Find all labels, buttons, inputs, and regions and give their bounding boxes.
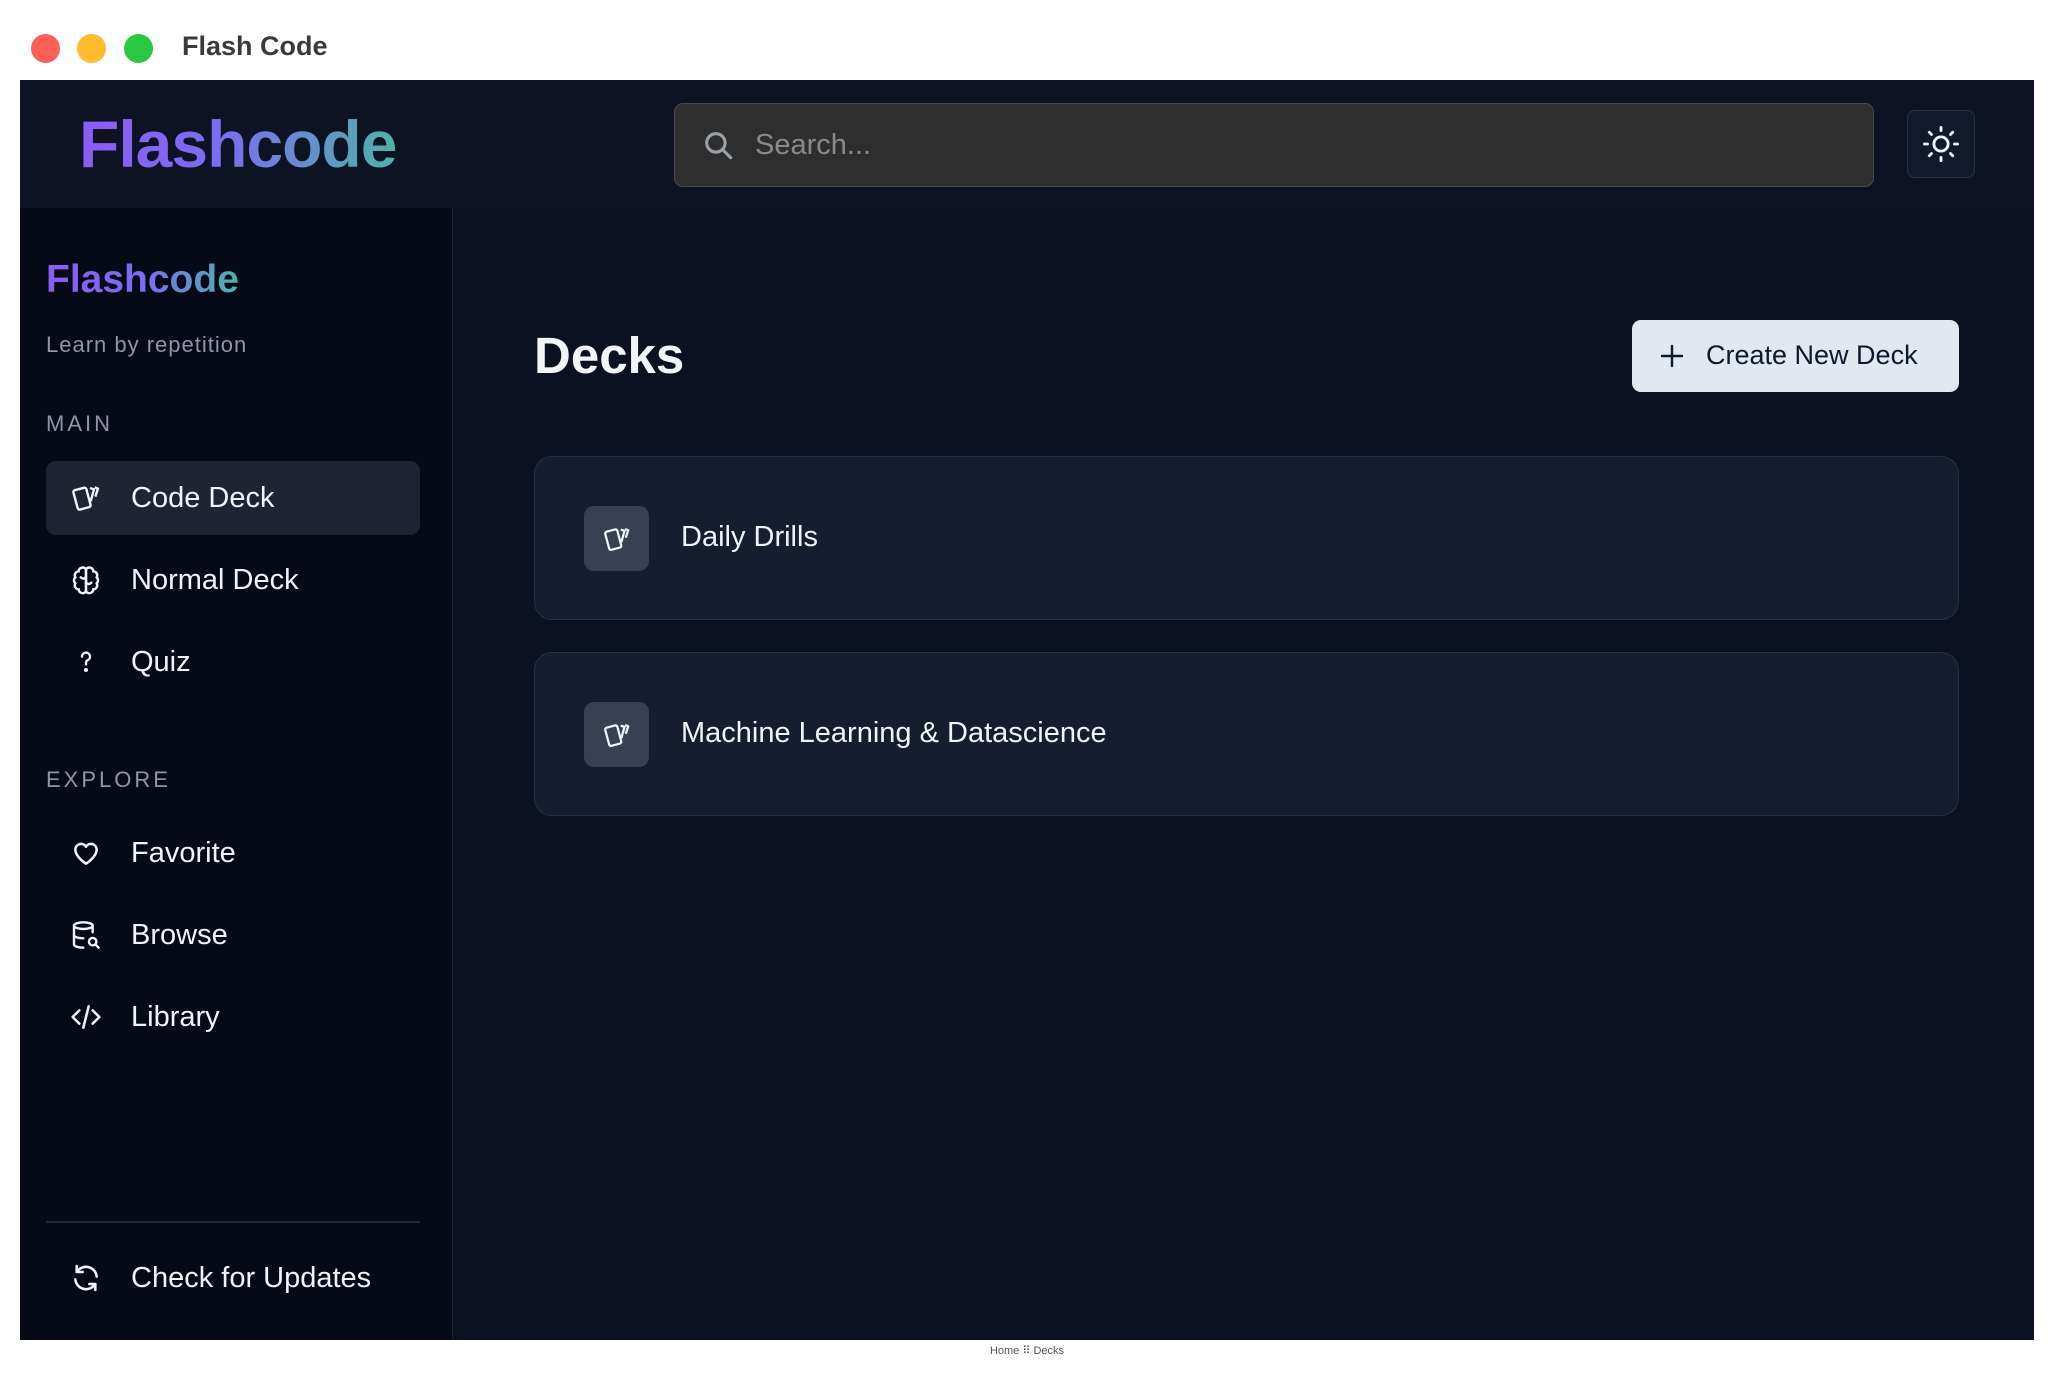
deck-name: Daily Drills [681, 521, 818, 553]
plus-icon [1660, 344, 1684, 368]
sidebar-item-label: Code Deck [131, 481, 275, 514]
theme-toggle-button[interactable] [1907, 110, 1975, 178]
sidebar: Flashcode Learn by repetition MAIN Code … [20, 208, 453, 1340]
sun-icon [1922, 125, 1960, 163]
deck-card[interactable]: Machine Learning & Datascience [534, 652, 1959, 816]
cards-icon [584, 702, 649, 767]
section-title-explore: EXPLORE [46, 767, 171, 792]
sidebar-item-label: Normal Deck [131, 563, 299, 596]
deck-name: Machine Learning & Datascience [681, 717, 1107, 749]
sidebar-item-label: Quiz [131, 645, 191, 678]
section-title-main: MAIN [46, 411, 113, 436]
sidebar-item-normal-deck[interactable]: Normal Deck [46, 543, 420, 617]
page-title: Decks [534, 327, 685, 384]
close-window-button[interactable] [31, 34, 60, 63]
create-new-deck-label: Create New Deck [1706, 340, 1918, 370]
sidebar-item-favorite[interactable]: Favorite [46, 816, 420, 890]
search-icon [701, 128, 735, 162]
sidebar-brand: Flashcode [46, 258, 239, 301]
create-new-deck-button[interactable]: Create New Deck [1632, 320, 1959, 392]
refresh-icon [70, 1262, 102, 1294]
check-updates-label: Check for Updates [131, 1261, 372, 1294]
cards-icon [70, 482, 102, 514]
breadcrumb: Home ⠿ Decks [989, 1345, 1065, 1357]
deck-card[interactable]: Daily Drills [534, 456, 1959, 620]
app-logo[interactable]: Flashcode [79, 106, 397, 182]
sidebar-item-library[interactable]: Library [46, 980, 420, 1054]
search-box[interactable] [674, 103, 1874, 187]
sidebar-item-browse[interactable]: Browse [46, 898, 420, 972]
sidebar-item-quiz[interactable]: Quiz [46, 625, 420, 699]
code-icon [70, 1001, 102, 1033]
cards-icon [584, 506, 649, 571]
window-titlebar: Flash Code [0, 0, 2054, 80]
sidebar-item-label: Favorite [131, 836, 236, 869]
minimize-window-button[interactable] [77, 34, 106, 63]
check-updates-button[interactable]: Check for Updates [46, 1241, 420, 1315]
heart-icon [70, 837, 102, 869]
top-bar: Flashcode [20, 80, 2034, 208]
search-input[interactable] [755, 104, 1855, 186]
app-window: Flashcode Flashcode Lea [20, 80, 2034, 1340]
maximize-window-button[interactable] [124, 34, 153, 63]
sidebar-item-label: Library [131, 1000, 220, 1033]
sidebar-item-label: Browse [131, 918, 228, 951]
question-icon [70, 646, 102, 678]
database-search-icon [70, 919, 102, 951]
brain-icon [70, 564, 102, 596]
sidebar-item-code-deck[interactable]: Code Deck [46, 461, 420, 535]
sidebar-divider [46, 1221, 420, 1223]
window-title: Flash Code [182, 31, 328, 61]
sidebar-tagline: Learn by repetition [46, 332, 248, 357]
